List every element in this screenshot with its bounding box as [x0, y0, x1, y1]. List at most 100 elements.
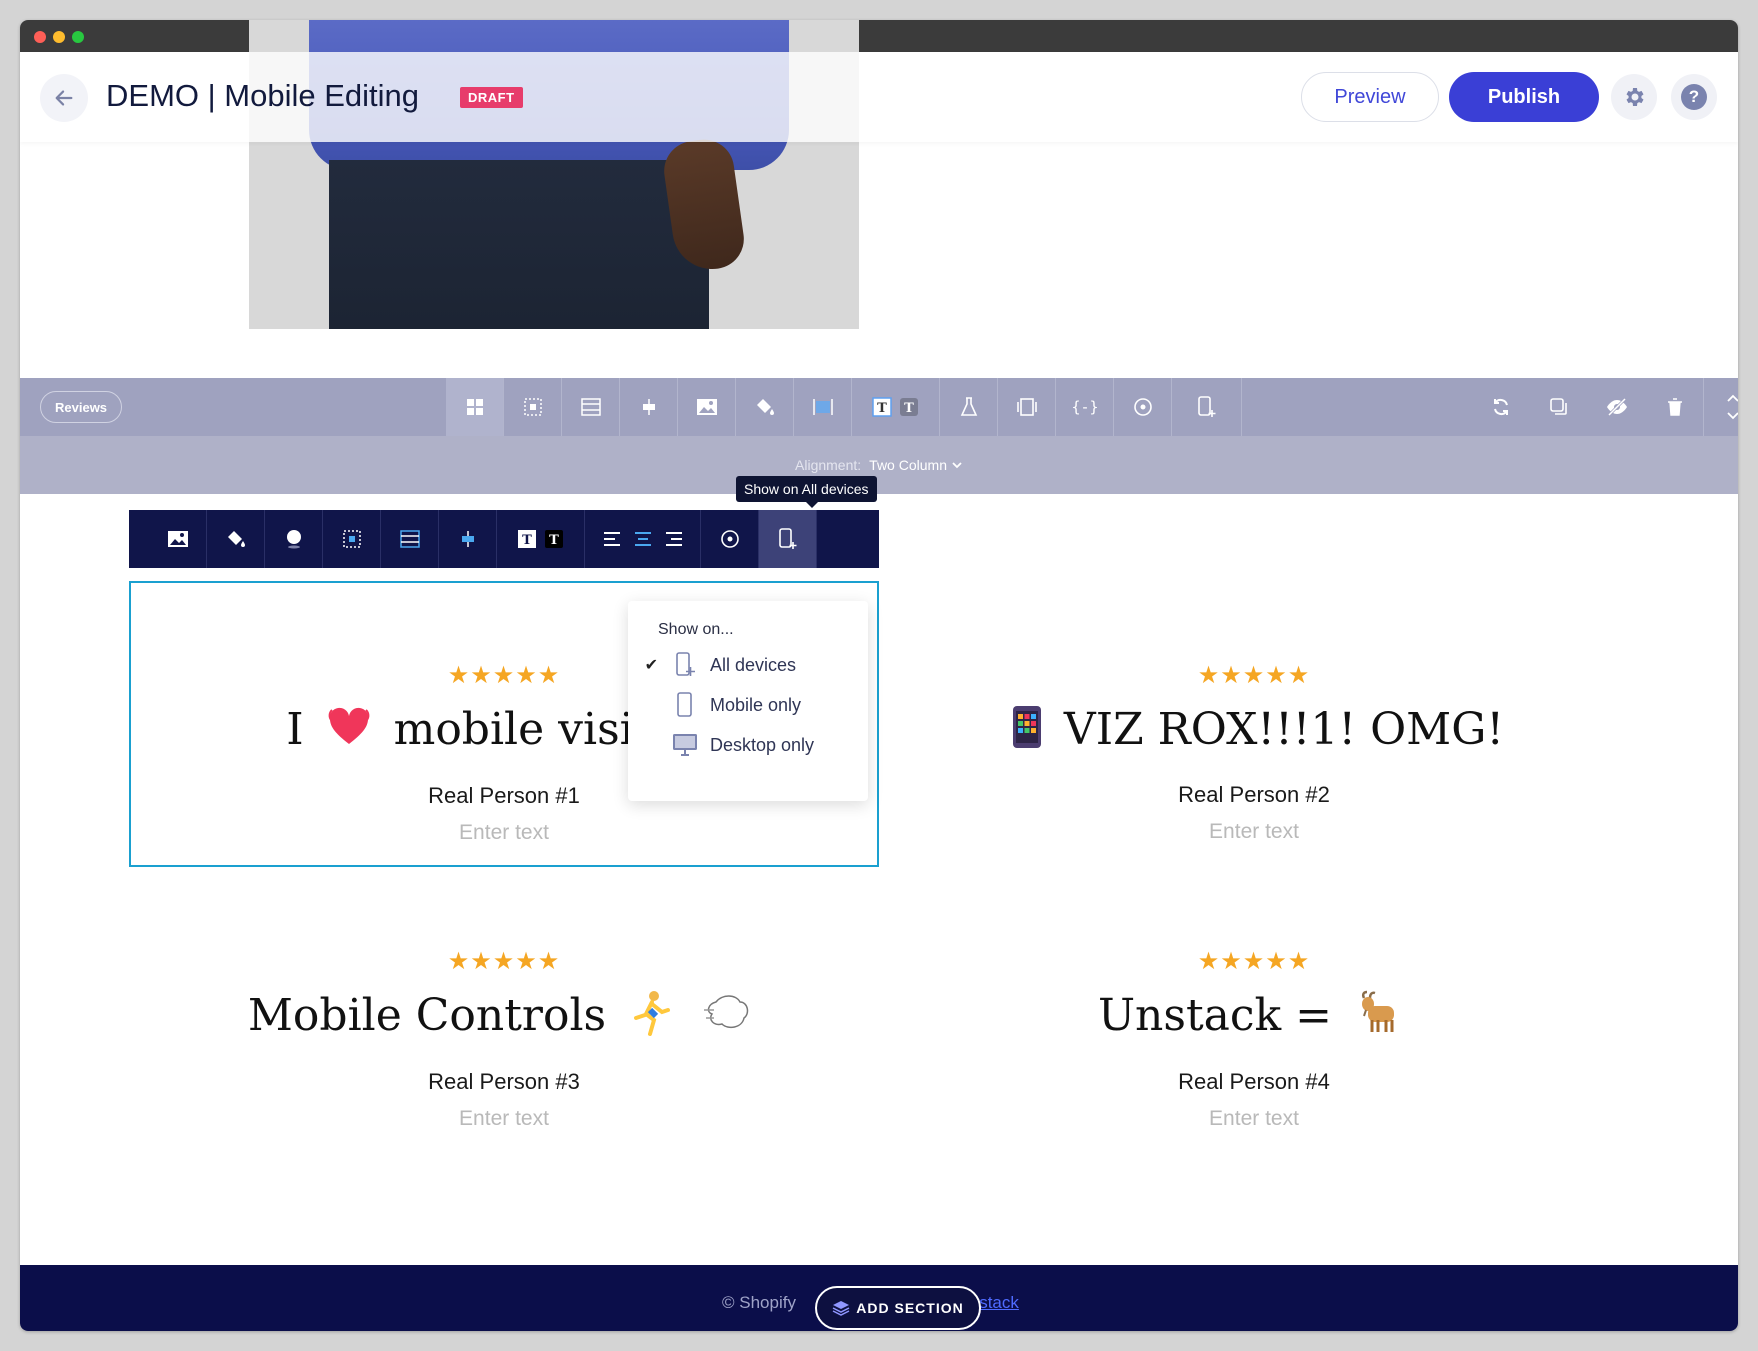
review-card-4[interactable]: ★★★★★ Unstack = Real Person #4 Enter tex…: [879, 947, 1629, 1131]
anchor-button[interactable]: [1114, 378, 1172, 436]
align-vertical-button[interactable]: [620, 378, 678, 436]
chevron-up-down-icon: [1727, 394, 1738, 420]
reviewer-name[interactable]: Real Person #4: [879, 1069, 1629, 1095]
image-icon: [167, 531, 188, 547]
el-text-align-button[interactable]: [585, 510, 701, 568]
minimize-window-dot[interactable]: [53, 31, 65, 43]
svg-text:{-}: {-}: [1073, 398, 1097, 416]
paint-bucket-icon: [756, 399, 774, 415]
hide-button[interactable]: [1588, 378, 1646, 436]
section-name-chip[interactable]: Reviews: [40, 391, 123, 423]
close-window-dot[interactable]: [34, 31, 46, 43]
review-text-placeholder[interactable]: Enter text: [879, 820, 1629, 844]
review-text-placeholder[interactable]: Enter text: [879, 1107, 1629, 1131]
duplicate-button[interactable]: [1530, 378, 1588, 436]
el-align-button[interactable]: [439, 510, 497, 568]
review-headline[interactable]: Mobile Controls: [129, 990, 879, 1047]
padding-button[interactable]: [504, 378, 562, 436]
add-section-button[interactable]: ADD SECTION: [815, 1286, 981, 1330]
device-plus-icon: [778, 528, 796, 549]
el-padding-button[interactable]: [323, 510, 381, 568]
review-headline-pre: Unstack =: [1097, 990, 1333, 1041]
reviewer-name[interactable]: Real Person #3: [129, 1069, 879, 1095]
align-center-icon: [642, 399, 655, 415]
back-button[interactable]: [40, 74, 88, 122]
resize-height-icon: [399, 530, 420, 548]
desktop-icon: [673, 734, 697, 756]
review-headline[interactable]: VIZ ROX!!!1! OMG!: [879, 704, 1629, 760]
refresh-icon: [1494, 398, 1508, 416]
alignment-label: Alignment:: [795, 457, 862, 473]
dash-icon: [702, 990, 752, 1047]
carousel-button[interactable]: [998, 378, 1056, 436]
star-rating: ★★★★★: [1197, 948, 1311, 975]
svg-text:T: T: [522, 533, 532, 548]
review-headline-pre: Mobile Controls: [247, 990, 607, 1041]
menu-item-all-devices[interactable]: ✔ All devices: [628, 645, 868, 685]
el-text-color-button[interactable]: TT: [497, 510, 585, 568]
menu-item-label: Desktop only: [710, 734, 815, 755]
padding-icon: [342, 530, 361, 548]
publish-button[interactable]: Publish: [1449, 72, 1599, 122]
background-color-button[interactable]: [736, 378, 794, 436]
section-toolbar: Reviews TT -}: [20, 378, 1738, 436]
el-height-button[interactable]: [381, 510, 439, 568]
el-image-button[interactable]: [149, 510, 207, 568]
phone-icon: [677, 692, 692, 717]
delete-button[interactable]: [1646, 378, 1704, 436]
text-style-icon: TT: [871, 397, 918, 417]
review-text-placeholder[interactable]: Enter text: [129, 1107, 879, 1131]
paint-bucket-icon: [227, 531, 245, 547]
el-fill-button[interactable]: [207, 510, 265, 568]
settings-button[interactable]: [1611, 74, 1657, 120]
ab-test-button[interactable]: [940, 378, 998, 436]
code-braces-icon: {-}: [1073, 398, 1097, 416]
help-button[interactable]: ?: [1671, 74, 1717, 120]
footer-copyright: © Shopify: [722, 1293, 796, 1312]
maximize-window-dot[interactable]: [72, 31, 84, 43]
full-width-button[interactable]: [794, 378, 852, 436]
full-width-icon: [812, 399, 833, 415]
target-icon: [1133, 398, 1152, 416]
device-visibility-button[interactable]: [1172, 378, 1242, 436]
review-card-2[interactable]: ★★★★★ VIZ ROX!!!1! OMG! Real Person #2 E…: [879, 661, 1629, 844]
layout-button[interactable]: [446, 378, 504, 436]
runner-icon: [628, 990, 672, 1047]
el-device-visibility-button[interactable]: [759, 510, 817, 568]
svg-text:T: T: [904, 401, 914, 416]
move-section-button[interactable]: [1704, 378, 1738, 436]
arrow-left-icon: [55, 90, 73, 106]
alignment-control[interactable]: Alignment: Two Column: [20, 436, 1738, 494]
browser-window: DEMO | Mobile Editing DRAFT Preview Publ…: [20, 20, 1738, 1331]
phone-apps-icon: [1012, 705, 1042, 760]
device-plus-icon: [1197, 396, 1215, 417]
eye-off-icon: [1607, 397, 1627, 417]
shadow-icon: [286, 530, 301, 549]
grid-icon: [466, 399, 483, 415]
goat-icon: [1354, 990, 1402, 1047]
section-toolbar-tools: TT {-}: [446, 378, 1242, 436]
gear-icon: [1626, 88, 1644, 106]
padding-icon: [523, 398, 542, 416]
chevron-down-icon: [952, 462, 962, 469]
el-anchor-button[interactable]: [701, 510, 759, 568]
review-headline-post: VIZ ROX!!!1! OMG!: [1063, 704, 1505, 755]
el-shadow-button[interactable]: [265, 510, 323, 568]
height-button[interactable]: [562, 378, 620, 436]
refresh-button[interactable]: [1472, 378, 1530, 436]
check-icon: ✔: [644, 657, 658, 674]
background-image-button[interactable]: [678, 378, 736, 436]
review-card-3[interactable]: ★★★★★ Mobile Controls Real Person #3 Ent…: [129, 947, 879, 1131]
custom-code-button[interactable]: {-}: [1056, 378, 1114, 436]
device-plus-icon: [676, 652, 695, 676]
menu-item-desktop-only[interactable]: Desktop only: [628, 725, 868, 765]
hero-image-jeans: [329, 160, 709, 329]
alignment-value: Two Column: [869, 457, 947, 473]
image-icon: [696, 399, 717, 415]
reviewer-name[interactable]: Real Person #2: [879, 782, 1629, 808]
status-badge: DRAFT: [460, 87, 523, 108]
menu-item-mobile-only[interactable]: Mobile only: [628, 685, 868, 725]
preview-button[interactable]: Preview: [1301, 72, 1439, 122]
text-color-button[interactable]: TT: [852, 378, 940, 436]
review-headline[interactable]: Unstack =: [879, 990, 1629, 1047]
